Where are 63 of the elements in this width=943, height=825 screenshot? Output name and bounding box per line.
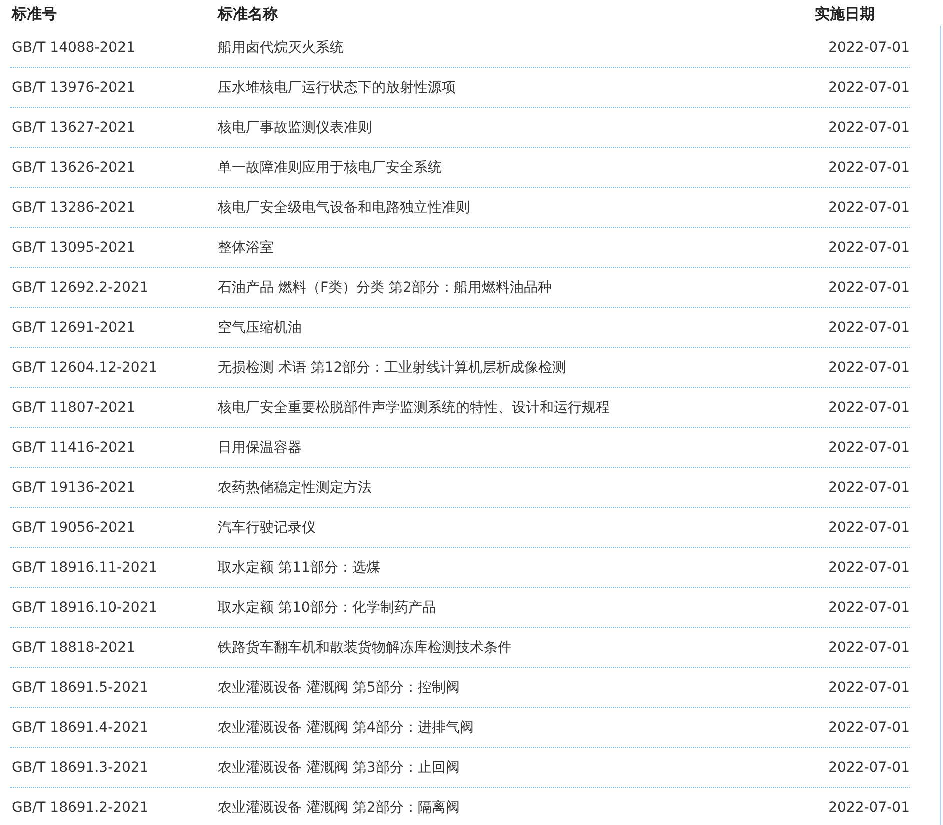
table-cell-text: 整体浴室: [218, 238, 275, 256]
table-cell-text: 2022-07-01: [828, 480, 910, 496]
table-cell-text: 空气压缩机油: [218, 318, 303, 336]
table-cell-text: 日用保温容器: [218, 438, 303, 456]
table-cell-text: 2022-07-01: [828, 440, 910, 456]
table-cell-text: GB/T 13627-2021: [11, 120, 136, 136]
table-cell-text: GB/T 14088-2021: [11, 40, 136, 56]
table-cell-text: 汽车行驶记录仪: [218, 518, 317, 536]
table-cell-text: 2022-07-01: [828, 280, 910, 296]
table-cell-text: 石油产品 燃料（F类）分类 第2部分：船用燃料油品种: [218, 278, 553, 296]
table-cell-text: GB/T 13976-2021: [11, 80, 136, 96]
table-cell-text: GB/T 11416-2021: [11, 440, 136, 456]
table-cell-text: 取水定额 第11部分：选煤: [218, 558, 382, 576]
table-cell-text: 2022-07-01: [828, 720, 910, 736]
table-cell-text: GB/T 12604.12-2021: [11, 360, 159, 376]
table-cell-text: 核电厂安全级电气设备和电路独立性准则: [218, 198, 471, 216]
table-cell-text: 2022-07-01: [828, 80, 910, 96]
table-cell-text: GB/T 18916.10-2021: [11, 600, 159, 616]
table-cell-text: GB/T 18916.11-2021: [11, 560, 159, 576]
table-cell-text: 2022-07-01: [828, 640, 910, 656]
table-cell-text: 压水堆核电厂运行状态下的放射性源项: [218, 78, 457, 96]
table-cell-text: GB/T 19136-2021: [11, 480, 136, 496]
table-cell-text: 农药热储稳定性测定方法: [218, 478, 373, 496]
table-cell-text: 2022-07-01: [828, 320, 910, 336]
table-cell-text: 2022-07-01: [828, 240, 910, 256]
column-header: 标准名称: [218, 4, 279, 24]
table-cell-text: GB/T 11807-2021: [11, 400, 136, 416]
table-cell-text: 2022-07-01: [828, 400, 910, 416]
table-cell-text: 农业灌溉设备 灌溉阀 第3部分：止回阀: [218, 758, 461, 776]
table-cell-text: 2022-07-01: [828, 200, 910, 216]
table-cell-text: 2022-07-01: [828, 600, 910, 616]
table-cell-text: GB/T 18691.3-2021: [11, 760, 150, 776]
table-cell-text: GB/T 13095-2021: [11, 240, 136, 256]
table-cell-text: 铁路货车翻车机和散装货物解冻库检测技术条件: [218, 638, 513, 656]
table-cell-text: 2022-07-01: [828, 680, 910, 696]
table-cell-text: GB/T 18818-2021: [11, 640, 136, 656]
table-cell-text: 农业灌溉设备 灌溉阀 第2部分：隔离阀: [218, 798, 461, 816]
table-cell-text: 船用卤代烷灭火系统: [218, 38, 345, 56]
table-cell-text: 2022-07-01: [828, 120, 910, 136]
column-header: 实施日期: [815, 4, 876, 24]
table-cell-text: 农业灌溉设备 灌溉阀 第5部分：控制阀: [218, 678, 461, 696]
table-cell-text: GB/T 18691.5-2021: [11, 680, 150, 696]
table-cell-text: 核电厂安全重要松脱部件声学监测系统的特性、设计和运行规程: [218, 398, 611, 416]
table-cell-text: GB/T 13626-2021: [11, 160, 136, 176]
table-cell-text: 2022-07-01: [828, 760, 910, 776]
table-cell-text: GB/T 18691.2-2021: [11, 800, 150, 816]
table-cell-text: 核电厂事故监测仪表准则: [218, 118, 373, 136]
table-cell-text: GB/T 12692.2-2021: [11, 280, 150, 296]
table-cell-text: 单一故障准则应用于核电厂安全系统: [218, 158, 443, 176]
table-cell-text: 2022-07-01: [828, 40, 910, 56]
table-cell-text: 2022-07-01: [828, 520, 910, 536]
column-header: 标准号: [10, 4, 58, 24]
table-cell-text: 2022-07-01: [828, 800, 910, 816]
table-cell-text: 无损检测 术语 第12部分：工业射线计算机层析成像检测: [218, 358, 568, 376]
table-cell-text: 2022-07-01: [828, 360, 910, 376]
table-cell-text: 农业灌溉设备 灌溉阀 第4部分：进排气阀: [218, 718, 475, 736]
table-cell-text: 取水定额 第10部分：化学制药产品: [218, 598, 438, 616]
table-cell-text: GB/T 19056-2021: [11, 520, 136, 536]
table-cell-text: 2022-07-01: [828, 560, 910, 576]
table-cell-text: 2022-07-01: [828, 160, 910, 176]
table-cell-text: GB/T 13286-2021: [11, 200, 136, 216]
table-cell-text: GB/T 12691-2021: [11, 320, 136, 336]
table-cell-text: GB/T 18691.4-2021: [11, 720, 150, 736]
